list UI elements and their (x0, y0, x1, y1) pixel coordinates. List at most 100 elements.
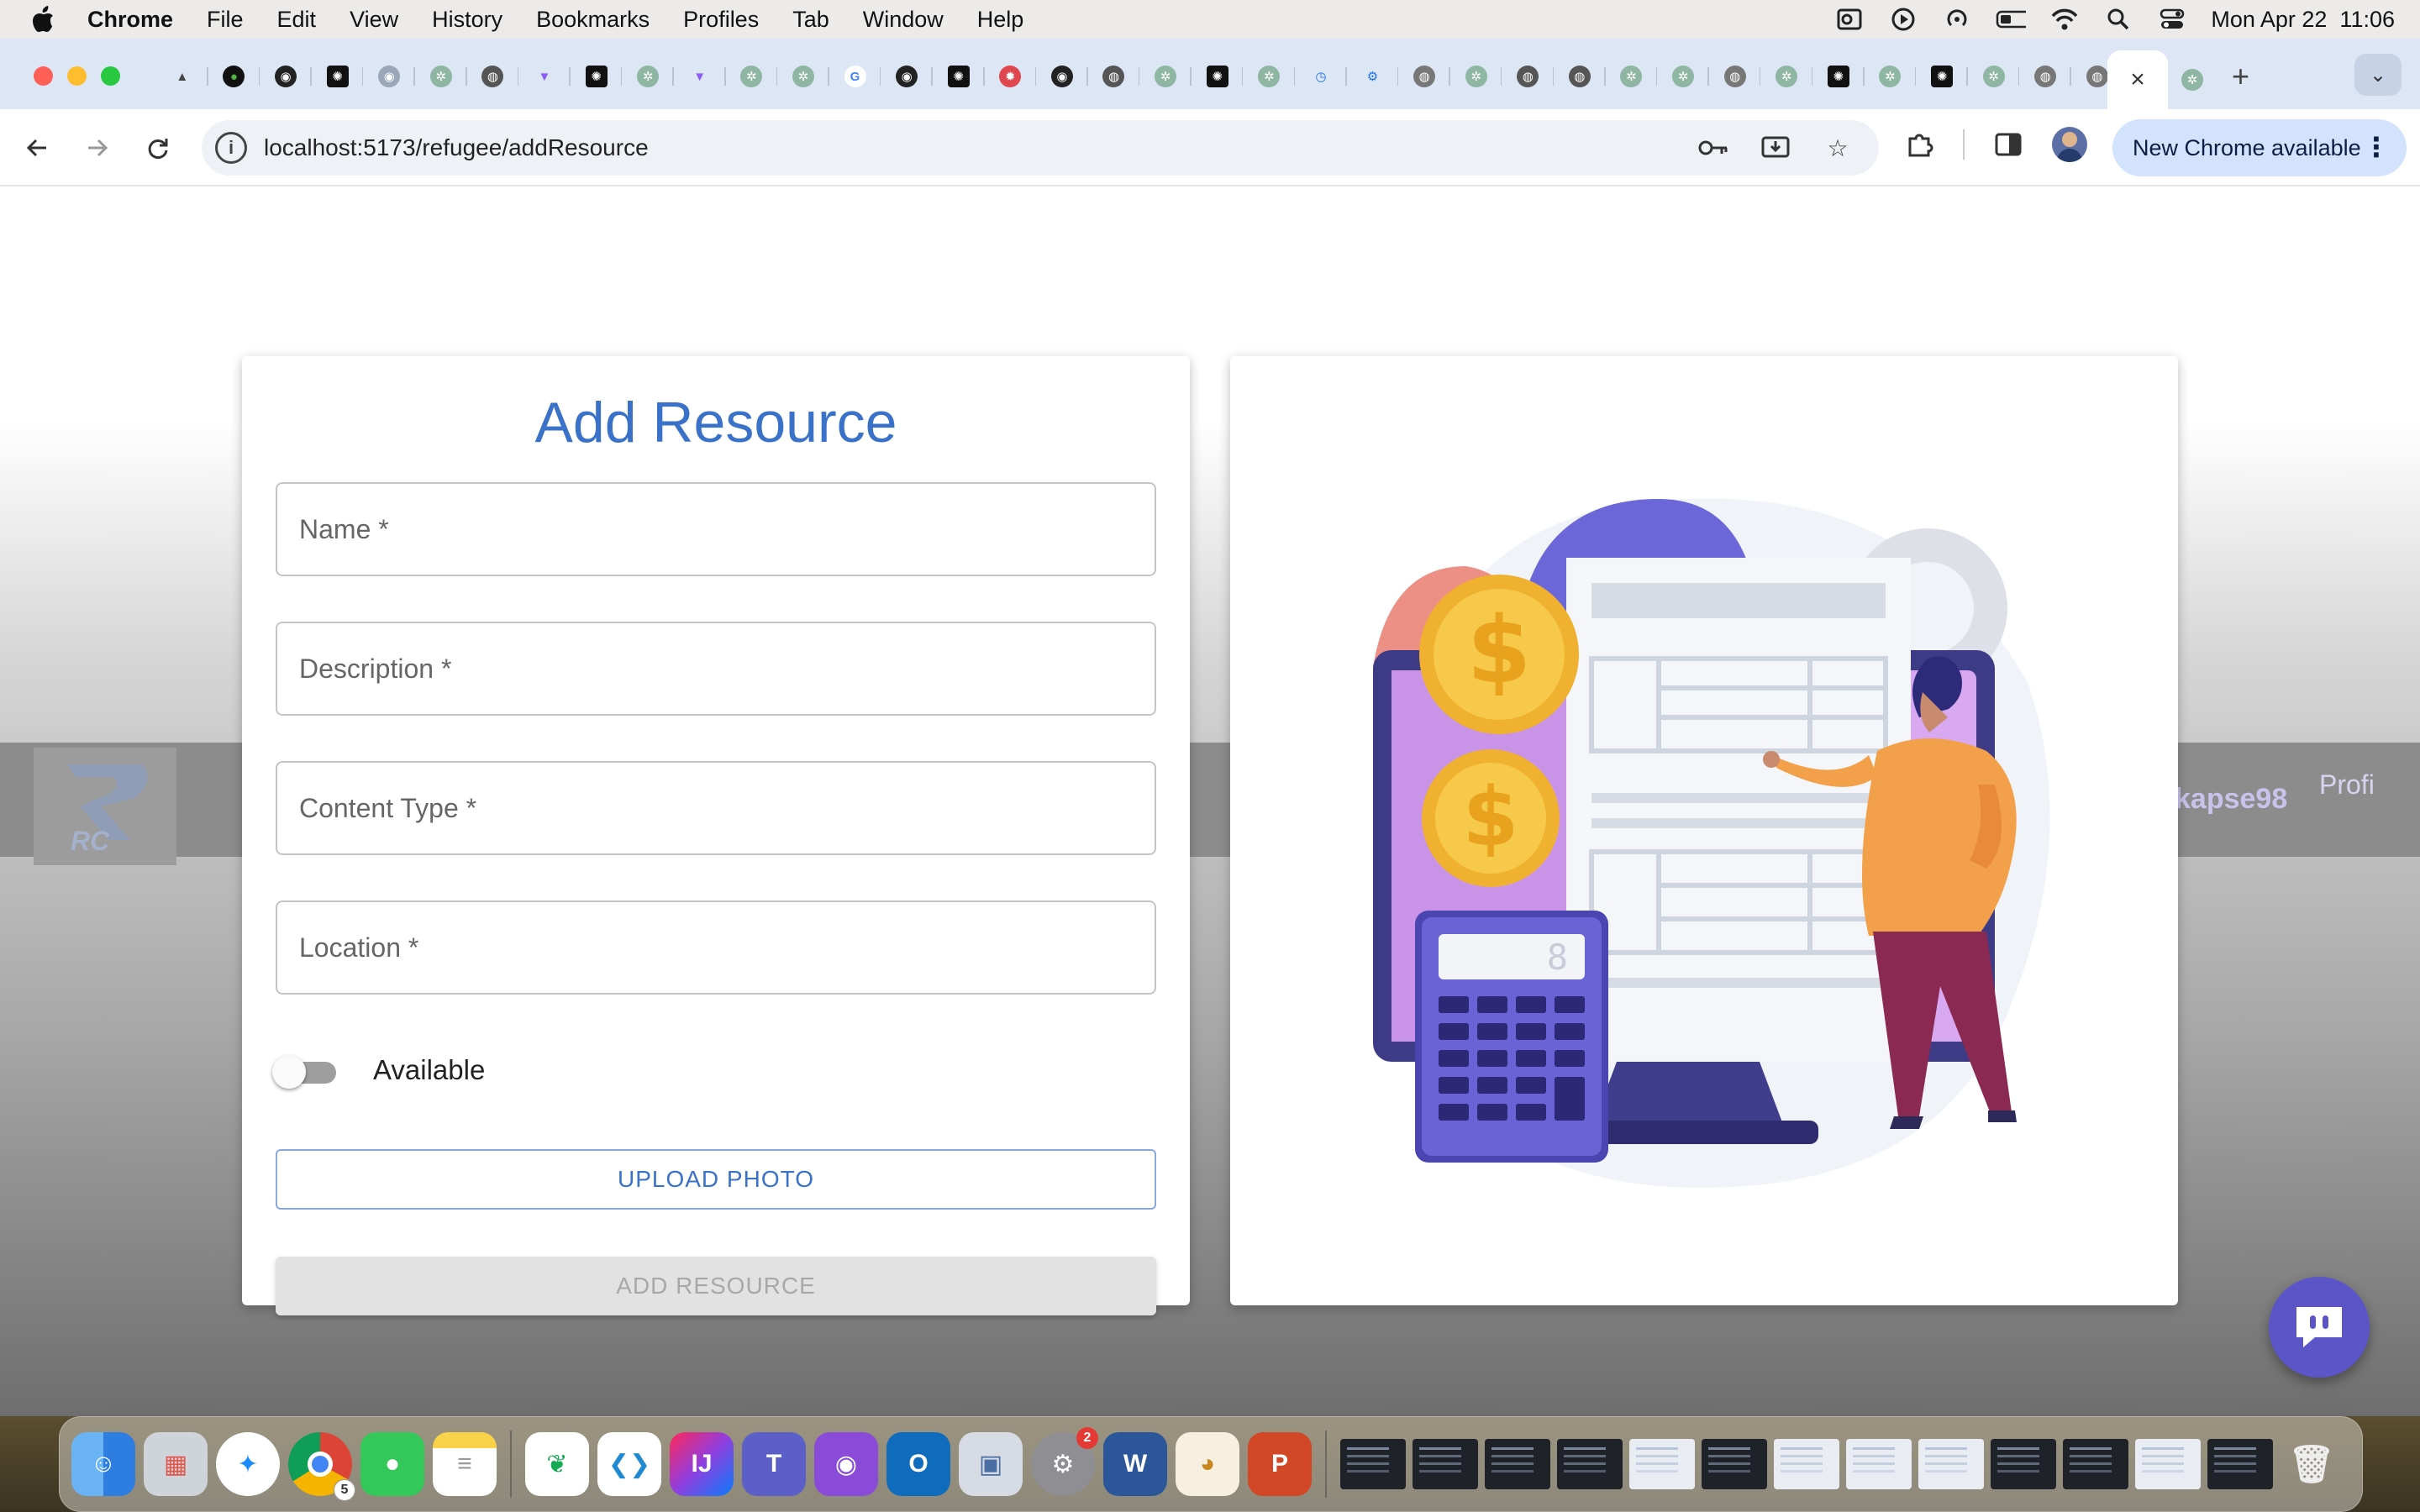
menu-history[interactable]: History (432, 7, 502, 33)
content-type-input[interactable] (277, 763, 1155, 853)
address-bar[interactable]: i localhost:5173/refugee/addResource ☆ (202, 120, 1879, 176)
chat-support-button[interactable] (2269, 1277, 2370, 1378)
spotlight-search-icon[interactable] (2103, 7, 2133, 32)
key-icon[interactable] (1697, 132, 1729, 164)
minimized-window[interactable] (1846, 1439, 1912, 1489)
tab[interactable]: ✲ (1243, 57, 1295, 96)
close-tab-icon[interactable]: × (2130, 66, 2145, 94)
tab[interactable]: ✲ (622, 57, 674, 96)
tab[interactable]: ✲ (1139, 57, 1192, 96)
minimized-window[interactable] (1629, 1439, 1695, 1489)
minimized-window[interactable] (1991, 1439, 2056, 1489)
profile-avatar[interactable] (2052, 127, 2087, 162)
powerpoint-icon[interactable]: P (1248, 1432, 1312, 1496)
menu-view[interactable]: View (350, 7, 398, 33)
mongodb-compass-icon[interactable]: ❦ (525, 1432, 589, 1496)
tab[interactable]: ✺ (933, 57, 985, 96)
menu-tab[interactable]: Tab (792, 7, 829, 33)
bookmark-star-icon[interactable]: ☆ (1822, 132, 1854, 164)
extensions-puzzle-icon[interactable] (1901, 126, 1938, 163)
tab[interactable]: ✲ (726, 57, 778, 96)
description-input[interactable] (277, 623, 1155, 714)
intellij-icon[interactable]: IJ (670, 1432, 734, 1496)
tab[interactable]: ◍ (1502, 57, 1554, 96)
tab[interactable]: ▼ (674, 57, 726, 96)
tab[interactable]: ✲ (1606, 57, 1658, 96)
menu-window[interactable]: Window (863, 7, 944, 33)
maximize-window-button[interactable] (101, 66, 120, 86)
tab[interactable]: ✲ (777, 57, 829, 96)
tab[interactable]: ✹ (985, 57, 1037, 96)
control-center-icon[interactable] (2157, 7, 2187, 32)
side-panel-icon[interactable] (1990, 126, 2027, 163)
trash-icon[interactable]: 🗑 (2280, 1432, 2344, 1496)
minimized-window[interactable] (1774, 1439, 1839, 1489)
tab[interactable]: ✺ (312, 57, 364, 96)
minimize-window-button[interactable] (67, 66, 87, 86)
nav-profile-image[interactable]: Profi (2319, 769, 2375, 801)
preview-icon[interactable]: ▣ (959, 1432, 1023, 1496)
system-settings-icon[interactable]: ⚙ 2 (1031, 1427, 1098, 1496)
minimized-window[interactable] (2207, 1439, 2273, 1489)
vscode-icon[interactable]: ❮❯ (597, 1432, 661, 1496)
menu-edit[interactable]: Edit (277, 7, 317, 33)
tab[interactable]: ✲ (1968, 57, 2020, 96)
tab[interactable]: ◍ (1398, 57, 1450, 96)
tab[interactable]: ✲ (1760, 57, 1812, 96)
tab[interactable]: ◍ (1088, 57, 1140, 96)
site-info-icon[interactable]: i (215, 132, 247, 164)
location-field[interactable] (276, 900, 1156, 995)
menu-app-name[interactable]: Chrome (87, 7, 173, 33)
tab[interactable]: ◍ (467, 57, 519, 96)
tab[interactable]: ✺ (1192, 57, 1244, 96)
nav-username[interactable]: kapse98 (2175, 783, 2287, 816)
new-tab-button[interactable]: + (2232, 57, 2249, 96)
content-type-field[interactable] (276, 761, 1156, 855)
retriever-icon[interactable]: ◕ (1176, 1432, 1239, 1496)
add-resource-button[interactable]: ADD RESOURCE (276, 1257, 1156, 1315)
tab[interactable]: ✲ (2181, 69, 2203, 91)
toggle-thumb[interactable] (272, 1055, 306, 1089)
tab[interactable]: ◉ (260, 57, 312, 96)
url-text[interactable]: localhost:5173/refugee/addResource (264, 134, 649, 161)
forward-button[interactable] (77, 128, 118, 168)
launchpad-icon[interactable]: ▦ (144, 1432, 208, 1496)
reload-button[interactable] (138, 128, 178, 168)
available-label[interactable]: Available (373, 1054, 485, 1086)
minimized-window[interactable] (1918, 1439, 1984, 1489)
messages-icon[interactable]: ● (360, 1432, 424, 1496)
outlook-status-icon[interactable] (1834, 7, 1865, 32)
tab[interactable]: ⚙ (1347, 57, 1399, 96)
word-icon[interactable]: W (1103, 1432, 1167, 1496)
tab[interactable]: ✲ (1450, 57, 1502, 96)
name-input[interactable] (277, 484, 1155, 575)
close-window-button[interactable] (34, 66, 53, 86)
tab[interactable]: ✲ (415, 57, 467, 96)
teams-icon[interactable]: T (742, 1432, 806, 1496)
tab[interactable]: ● (208, 57, 260, 96)
tab[interactable]: ✺ (571, 57, 623, 96)
tab[interactable]: ◉ (1036, 57, 1088, 96)
tab[interactable]: ◍ (2019, 57, 2071, 96)
active-tab[interactable]: × (2107, 50, 2168, 109)
tab[interactable]: ◉ (881, 57, 933, 96)
minimized-window[interactable] (1340, 1439, 1406, 1489)
name-field[interactable] (276, 482, 1156, 576)
safari-icon[interactable]: ✦ (216, 1432, 280, 1496)
github-desktop-icon[interactable]: ◉ (814, 1432, 878, 1496)
tab[interactable]: ◍ (1554, 57, 1606, 96)
battery-icon[interactable] (1996, 7, 2027, 32)
menu-help[interactable]: Help (977, 7, 1024, 33)
minimized-window[interactable] (1557, 1439, 1623, 1489)
chrome-icon[interactable]: 5 (288, 1432, 355, 1501)
apple-icon[interactable] (32, 5, 57, 34)
minimized-window[interactable] (1413, 1439, 1478, 1489)
tab[interactable]: G (829, 57, 881, 96)
minimized-window[interactable] (1485, 1439, 1550, 1489)
menu-file[interactable]: File (207, 7, 244, 33)
available-toggle[interactable] (272, 1053, 336, 1089)
tab[interactable]: ▲ (156, 57, 208, 96)
tab[interactable]: ◷ (1295, 57, 1347, 96)
finder-icon[interactable]: ☺ (71, 1432, 135, 1496)
install-app-icon[interactable] (1760, 132, 1791, 164)
